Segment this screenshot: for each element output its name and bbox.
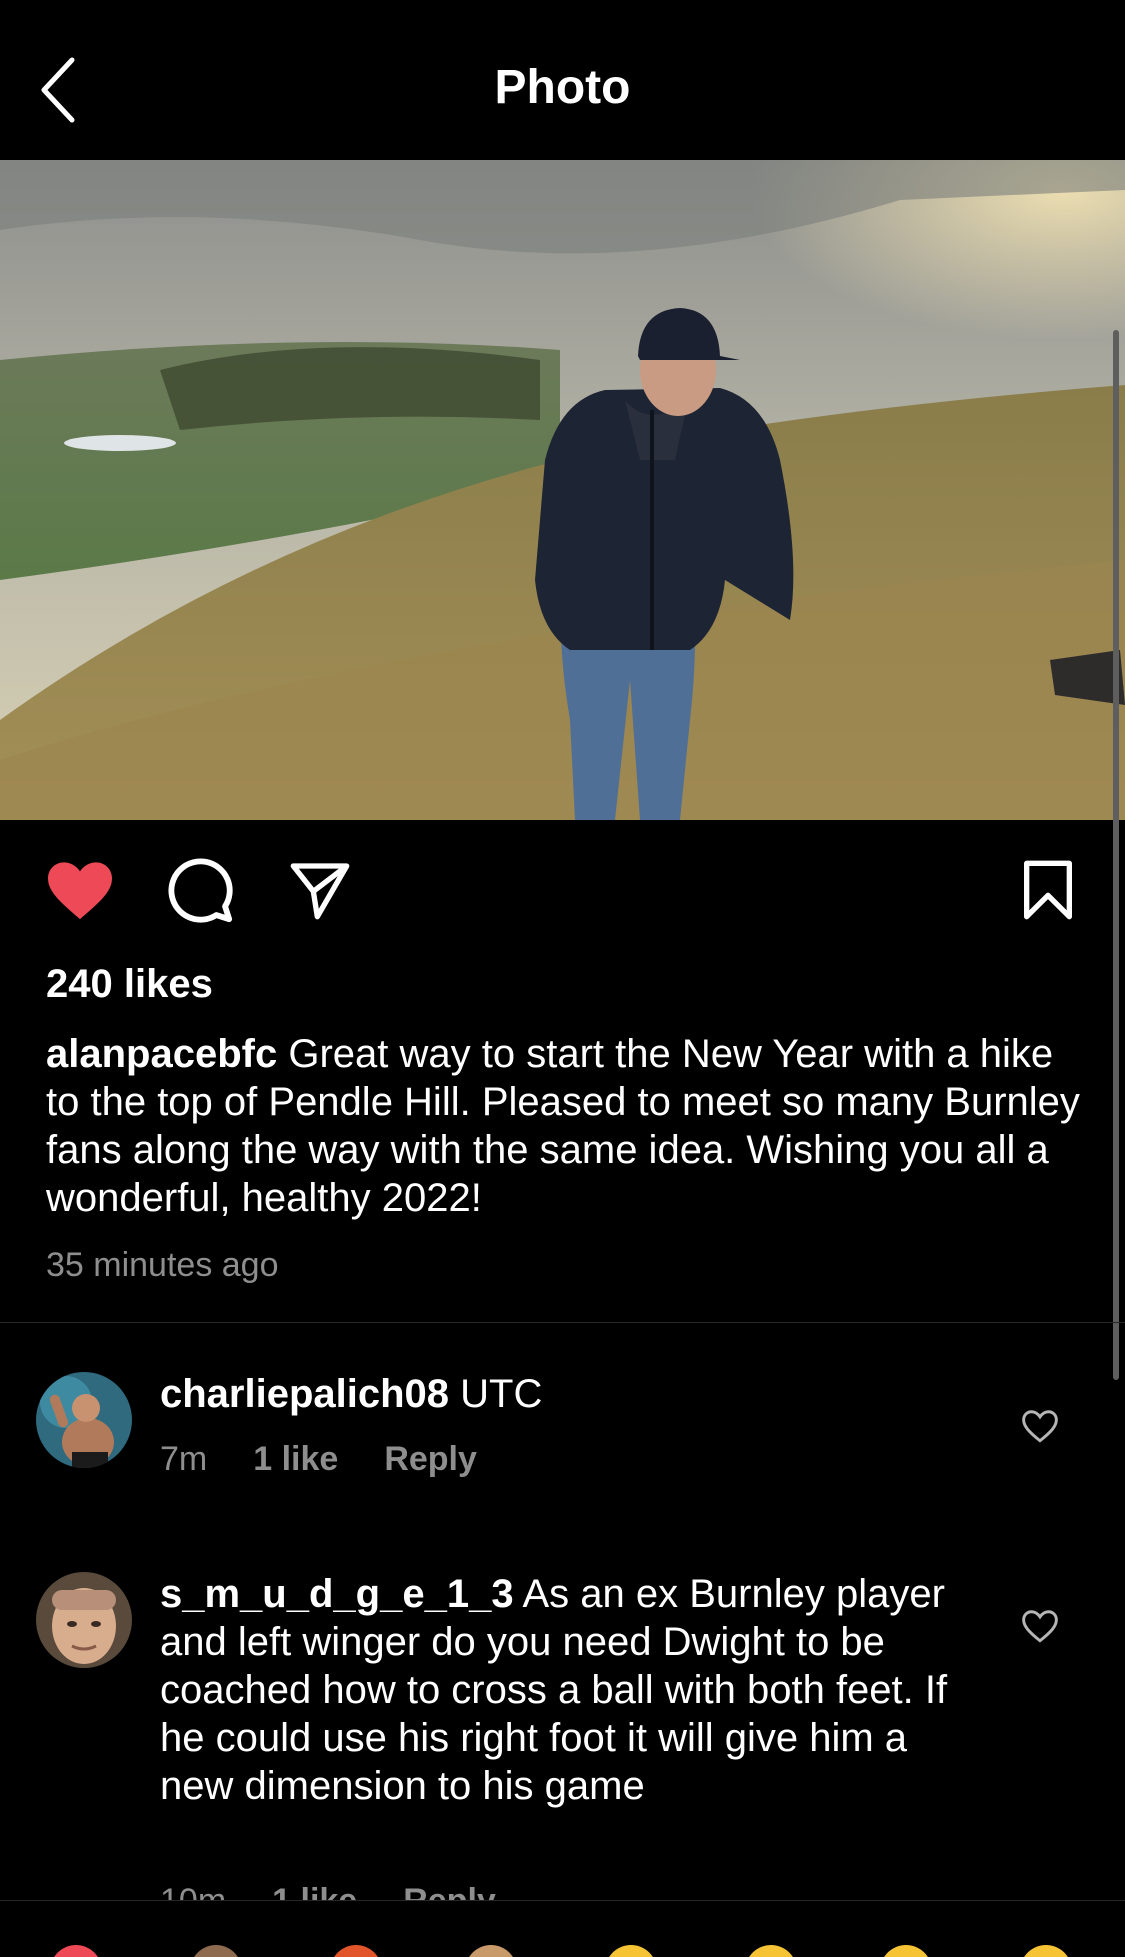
comment-author[interactable]: charliepalich08 xyxy=(160,1372,449,1416)
comment-author[interactable]: s_m_u_d_g_e_1_3 xyxy=(160,1572,514,1616)
reaction-bar xyxy=(0,1900,1125,1957)
emoji-face-2[interactable] xyxy=(745,1945,797,1957)
post-photo[interactable] xyxy=(0,160,1125,820)
likes-count[interactable]: 240 likes xyxy=(46,962,213,1007)
emoji-clap[interactable] xyxy=(190,1945,242,1957)
emoji-heart[interactable] xyxy=(50,1945,102,1957)
heart-filled-icon xyxy=(48,862,112,920)
emoji-fire[interactable] xyxy=(330,1945,382,1957)
post-actions xyxy=(0,850,1125,930)
heart-outline-icon xyxy=(1022,1410,1058,1443)
post-timestamp: 35 minutes ago xyxy=(46,1246,279,1284)
bookmark-icon xyxy=(1024,860,1073,920)
caption-author[interactable]: alanpacebfc xyxy=(46,1032,277,1076)
emoji-hands[interactable] xyxy=(465,1945,517,1957)
emoji-face-3[interactable] xyxy=(880,1945,932,1957)
comment-likes[interactable]: 1 like xyxy=(253,1440,338,1478)
comment-icon xyxy=(168,858,233,923)
reply-button[interactable]: Reply xyxy=(384,1440,477,1478)
page-title: Photo xyxy=(494,61,631,114)
divider xyxy=(0,1322,1125,1323)
comment-text-block: s_m_u_d_g_e_1_3 As an ex Burnley player … xyxy=(160,1570,960,1810)
comment-text-block: charliepalich08 UTC xyxy=(160,1370,960,1418)
top-bar: Photo xyxy=(0,0,1125,160)
comment-meta: 7m 1 like Reply xyxy=(160,1440,523,1479)
comment-time: 7m xyxy=(160,1440,208,1478)
comment-text: UTC xyxy=(460,1372,543,1416)
comment-like-button[interactable] xyxy=(1020,1408,1064,1448)
share-icon xyxy=(290,863,350,920)
comment-button[interactable] xyxy=(160,850,240,930)
heart-outline-icon xyxy=(1022,1610,1058,1643)
save-button[interactable] xyxy=(1008,850,1088,930)
like-button[interactable] xyxy=(40,850,120,930)
share-button[interactable] xyxy=(280,850,360,930)
post-caption: alanpacebfc Great way to start the New Y… xyxy=(46,1030,1086,1222)
avatar[interactable] xyxy=(36,1572,132,1668)
emoji-face-4[interactable] xyxy=(1020,1945,1072,1957)
avatar[interactable] xyxy=(36,1372,132,1468)
comment-like-button[interactable] xyxy=(1020,1608,1064,1648)
emoji-face-1[interactable] xyxy=(605,1945,657,1957)
